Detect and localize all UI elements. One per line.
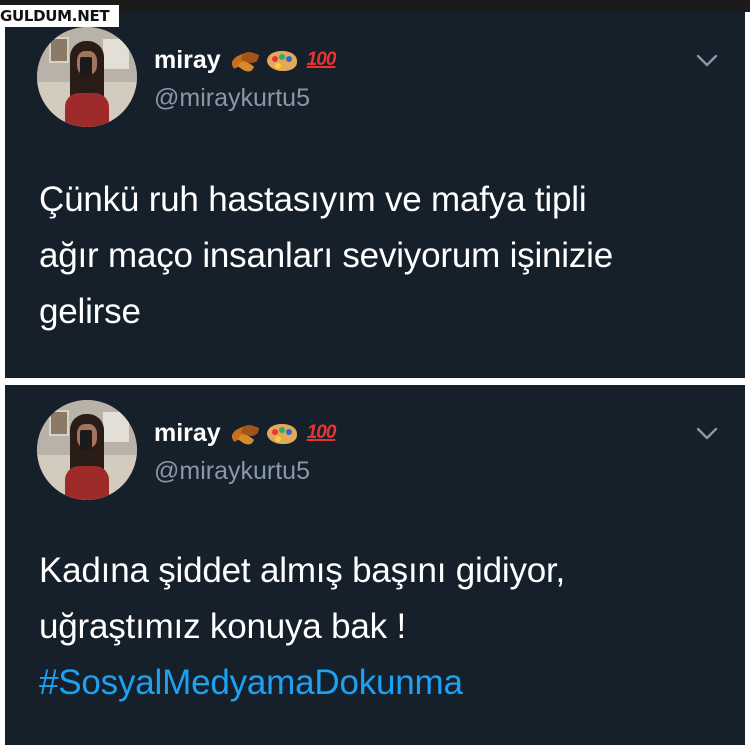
name-emojis: 100 — [229, 421, 337, 448]
user-handle[interactable]: @miraykurtu5 — [154, 457, 310, 486]
tweet-line: Çünkü ruh hastasıyım ve mafya tipli — [39, 180, 587, 219]
leaves-icon — [229, 48, 260, 75]
hundred-points-icon: 100 — [306, 49, 337, 70]
user-name-row[interactable]: miray 100 — [154, 418, 337, 448]
hundred-points-icon: 100 — [306, 422, 337, 443]
tweet-text: Çünkü ruh hastasıyım ve mafya tipli ağır… — [39, 172, 729, 340]
palette-icon — [266, 421, 299, 445]
user-name-row[interactable]: miray 100 — [154, 45, 337, 75]
watermark: GULDUM.NET — [0, 5, 120, 27]
chevron-down-icon[interactable] — [693, 50, 721, 72]
name-emojis: 100 — [229, 48, 337, 75]
tweet-line: ağır maço insanları seviyorum işinizie — [39, 236, 614, 275]
tweet-line: gelirse — [39, 292, 141, 331]
tweet-card[interactable]: miray 100 @miraykurtu5 Çünkü ruh hastası… — [5, 12, 745, 378]
palette-icon — [266, 48, 299, 72]
display-name[interactable]: miray — [154, 419, 221, 448]
display-name[interactable]: miray — [154, 46, 221, 75]
tweet-separator — [0, 378, 750, 385]
avatar[interactable] — [37, 400, 137, 500]
tweet-text: Kadına şiddet almış başını gidiyor, uğra… — [39, 543, 729, 711]
chevron-down-icon[interactable] — [693, 423, 721, 445]
tweet-line: uğraştımız konuya bak ! — [39, 607, 406, 646]
tweet-line: Kadına şiddet almış başını gidiyor, — [39, 551, 566, 590]
leaves-icon — [229, 421, 260, 448]
user-handle[interactable]: @miraykurtu5 — [154, 84, 310, 113]
tweet-card[interactable]: miray 100 @miraykurtu5 Kadına şiddet alm… — [5, 385, 745, 745]
hashtag-link[interactable]: #SosyalMedyamaDokunma — [39, 655, 729, 711]
avatar[interactable] — [37, 27, 137, 127]
